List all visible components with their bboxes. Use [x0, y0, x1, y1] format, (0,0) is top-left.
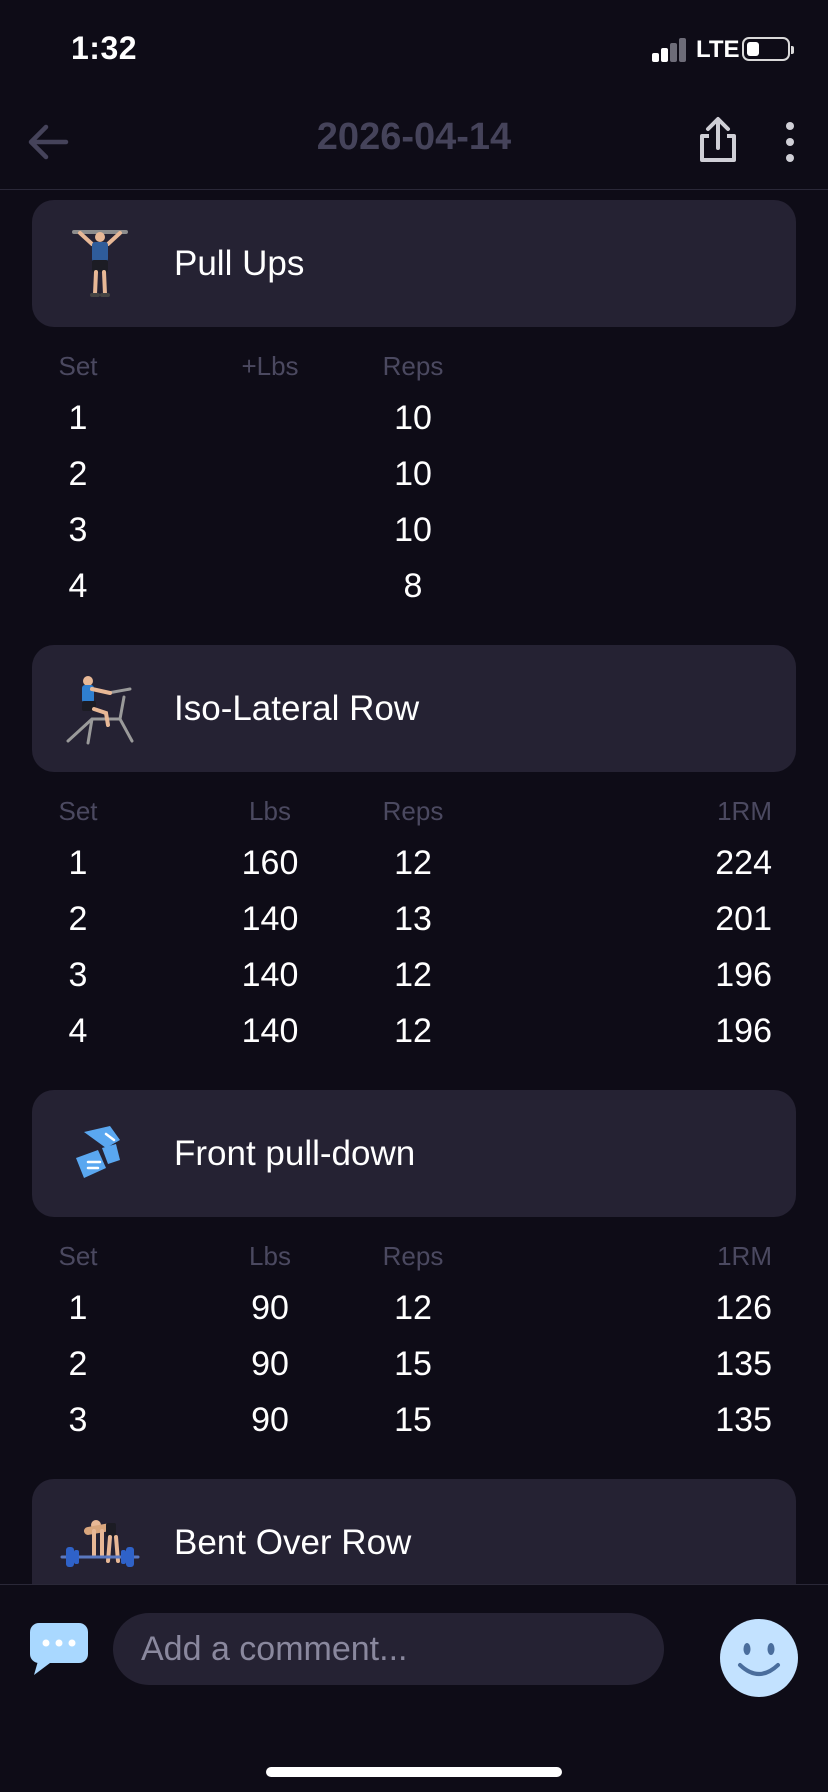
exercise-name: Pull Ups	[174, 244, 305, 283]
set-number: 3	[68, 956, 88, 994]
set-row: 2 140 13 201	[0, 891, 828, 947]
barbell-row-figure-icon	[60, 1520, 140, 1567]
column-header-reps: Reps	[382, 796, 444, 826]
exercise-name: Bent Over Row	[174, 1523, 412, 1562]
smiley-face-icon[interactable]	[718, 1617, 800, 1699]
set-reps: 13	[394, 900, 432, 938]
column-header-reps: Reps	[382, 351, 444, 381]
home-indicator	[266, 1767, 562, 1777]
set-1rm: 135	[715, 1401, 772, 1439]
comment-bar	[0, 1584, 828, 1792]
set-reps: 10	[394, 455, 432, 493]
sets-table: Set Lbs Reps 1RM 1 90 12 126 2 90 15 135	[0, 1232, 828, 1448]
set-lbs: 140	[241, 1012, 299, 1050]
column-header-1rm: 1RM	[717, 796, 772, 826]
column-header-set: Set	[58, 1241, 98, 1271]
exercise-card[interactable]: Front pull-down	[32, 1090, 796, 1217]
exercise-card[interactable]: Bent Over Row	[32, 1479, 796, 1584]
set-row: 2 90 15 135	[0, 1336, 828, 1392]
column-header-lbs: Lbs	[249, 796, 291, 826]
workout-exercise-list[interactable]: Pull Ups Set +Lbs Reps 1 10 2 10 3 10 4 …	[0, 191, 828, 1584]
set-lbs: 90	[251, 1401, 289, 1439]
sets-header-row: Set Lbs Reps 1RM	[0, 787, 828, 835]
more-options-icon[interactable]	[776, 116, 804, 168]
exercise-block: Front pull-down Set Lbs Reps 1RM 1 90 12…	[0, 1090, 828, 1448]
status-time: 1:32	[71, 30, 138, 66]
set-reps: 12	[394, 1289, 432, 1327]
set-number: 2	[68, 455, 88, 493]
set-number: 1	[68, 1289, 88, 1327]
exercise-name: Iso-Lateral Row	[174, 689, 420, 728]
set-1rm: 196	[715, 1012, 772, 1050]
set-number: 4	[68, 567, 88, 605]
set-row: 2 10	[0, 446, 828, 502]
battery-icon	[742, 37, 794, 61]
exercise-card[interactable]: Pull Ups	[32, 200, 796, 327]
set-row: 1 160 12 224	[0, 835, 828, 891]
set-row: 4 140 12 196	[0, 1003, 828, 1059]
set-row: 1 90 12 126	[0, 1280, 828, 1336]
set-1rm: 224	[715, 844, 772, 882]
network-label: LTE	[696, 36, 740, 63]
set-reps: 15	[394, 1345, 432, 1383]
status-bar: 1:32 LTE	[0, 0, 828, 100]
set-number: 1	[68, 844, 88, 882]
chat-bubble-icon[interactable]	[28, 1621, 90, 1677]
column-header-set: Set	[58, 351, 98, 381]
set-1rm: 196	[715, 956, 772, 994]
set-lbs: 90	[251, 1345, 289, 1383]
set-number: 3	[68, 1401, 88, 1439]
share-icon[interactable]	[694, 114, 742, 166]
set-reps: 8	[403, 567, 423, 605]
signal-strength-icon	[652, 38, 688, 62]
set-reps: 12	[394, 956, 432, 994]
column-header-lbs: Lbs	[249, 1241, 291, 1271]
set-row: 4 8	[0, 558, 828, 614]
row-machine-figure-icon	[66, 676, 134, 745]
set-row: 3 140 12 196	[0, 947, 828, 1003]
sets-table: Set +Lbs Reps 1 10 2 10 3 10 4 8	[0, 342, 828, 614]
exercise-card[interactable]: Iso-Lateral Row	[32, 645, 796, 772]
exercise-name: Front pull-down	[174, 1134, 416, 1173]
set-1rm: 201	[715, 900, 772, 938]
set-lbs: 140	[241, 900, 299, 938]
set-lbs: 90	[251, 1289, 289, 1327]
set-number: 2	[68, 1345, 88, 1383]
set-lbs: 160	[241, 844, 299, 882]
sets-header-row: Set Lbs Reps 1RM	[0, 1232, 828, 1280]
set-row: 3 90 15 135	[0, 1392, 828, 1448]
set-number: 3	[68, 511, 88, 549]
set-reps: 10	[394, 511, 432, 549]
set-reps: 15	[394, 1401, 432, 1439]
set-1rm: 135	[715, 1345, 772, 1383]
generic-exercise-icon	[76, 1126, 120, 1178]
column-header-1rm: 1RM	[717, 1241, 772, 1271]
set-row: 3 10	[0, 502, 828, 558]
column-header-set: Set	[58, 796, 98, 826]
set-reps: 10	[394, 399, 432, 437]
nav-header: 2026-04-14	[0, 100, 828, 190]
set-number: 4	[68, 1012, 88, 1050]
sets-header-row: Set +Lbs Reps	[0, 342, 828, 390]
set-number: 1	[68, 399, 88, 437]
set-1rm: 126	[715, 1289, 772, 1327]
comment-input[interactable]	[113, 1613, 664, 1685]
column-header-reps: Reps	[382, 1241, 444, 1271]
set-number: 2	[68, 900, 88, 938]
pull-ups-figure-icon	[72, 230, 128, 297]
set-lbs: 140	[241, 956, 299, 994]
set-reps: 12	[394, 1012, 432, 1050]
column-header-plus-lbs: +Lbs	[241, 351, 299, 381]
workout-detail-screen: 1:32 LTE 2026-04-14 Pull Ups Set +Lbs Re…	[0, 0, 828, 1792]
exercise-block: Bent Over Row	[0, 1479, 828, 1584]
exercise-block: Iso-Lateral Row Set Lbs Reps 1RM 1 160 1…	[0, 645, 828, 1059]
set-row: 1 10	[0, 390, 828, 446]
set-reps: 12	[394, 844, 432, 882]
exercise-block: Pull Ups Set +Lbs Reps 1 10 2 10 3 10 4 …	[0, 200, 828, 614]
sets-table: Set Lbs Reps 1RM 1 160 12 224 2 140 13 2…	[0, 787, 828, 1059]
